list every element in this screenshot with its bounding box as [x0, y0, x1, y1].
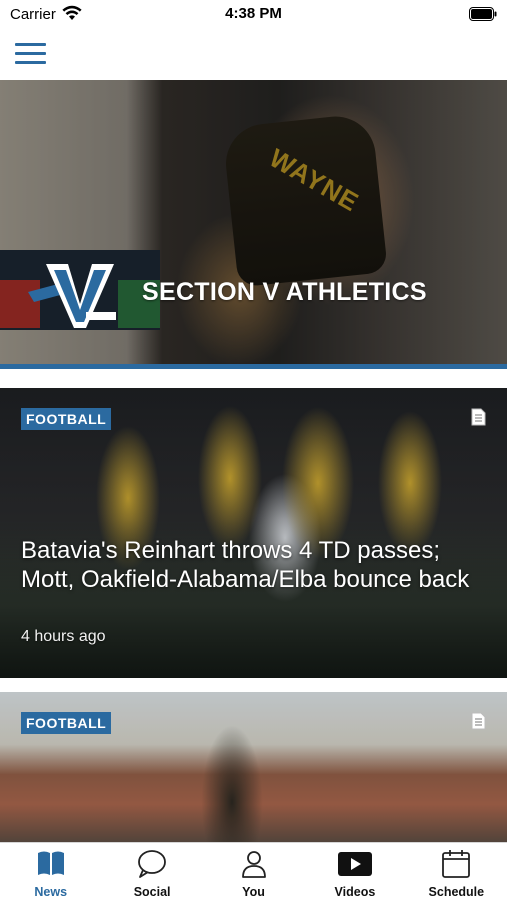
- tab-videos[interactable]: Videos: [304, 843, 405, 900]
- tab-label: Social: [133, 885, 171, 899]
- hero-title: SECTION V ATHLETICS: [142, 278, 427, 306]
- calendar-icon: [442, 850, 471, 878]
- news-card[interactable]: FOOTBALL: [0, 692, 507, 842]
- article-icon: [471, 408, 486, 426]
- section-v-logo: [28, 264, 116, 328]
- tab-label: Videos: [334, 885, 376, 899]
- tab-label: Schedule: [428, 885, 485, 899]
- news-card[interactable]: FOOTBALL Batavia's Reinhart throws 4 TD …: [0, 388, 507, 678]
- category-badge: FOOTBALL: [21, 712, 112, 734]
- status-bar: Carrier 4:38 PM: [0, 0, 507, 30]
- top-nav: [0, 30, 507, 80]
- battery-icon: [469, 7, 497, 21]
- tab-schedule[interactable]: Schedule: [406, 843, 507, 900]
- tab-social[interactable]: Social: [101, 843, 202, 900]
- tab-label: News: [34, 885, 68, 899]
- person-icon: [241, 851, 266, 878]
- card-timestamp: 4 hours ago: [21, 628, 106, 645]
- tab-bar: News Social You Videos Schedule: [0, 842, 507, 900]
- clock: 4:38 PM: [225, 5, 282, 22]
- tab-news[interactable]: News: [0, 843, 101, 900]
- article-icon: [471, 712, 486, 730]
- menu-icon[interactable]: [15, 43, 46, 65]
- play-icon: [337, 852, 372, 876]
- tab-label: You: [242, 885, 265, 899]
- hero-divider: [0, 364, 507, 369]
- book-icon: [37, 851, 64, 875]
- card-headline: Batavia's Reinhart throws 4 TD passes; M…: [21, 537, 470, 593]
- hero-banner[interactable]: WAYNE SECTION V ATHLETICS: [0, 80, 507, 365]
- speech-bubble-icon: [138, 850, 167, 878]
- tab-you[interactable]: You: [203, 843, 304, 900]
- category-badge: FOOTBALL: [21, 408, 112, 430]
